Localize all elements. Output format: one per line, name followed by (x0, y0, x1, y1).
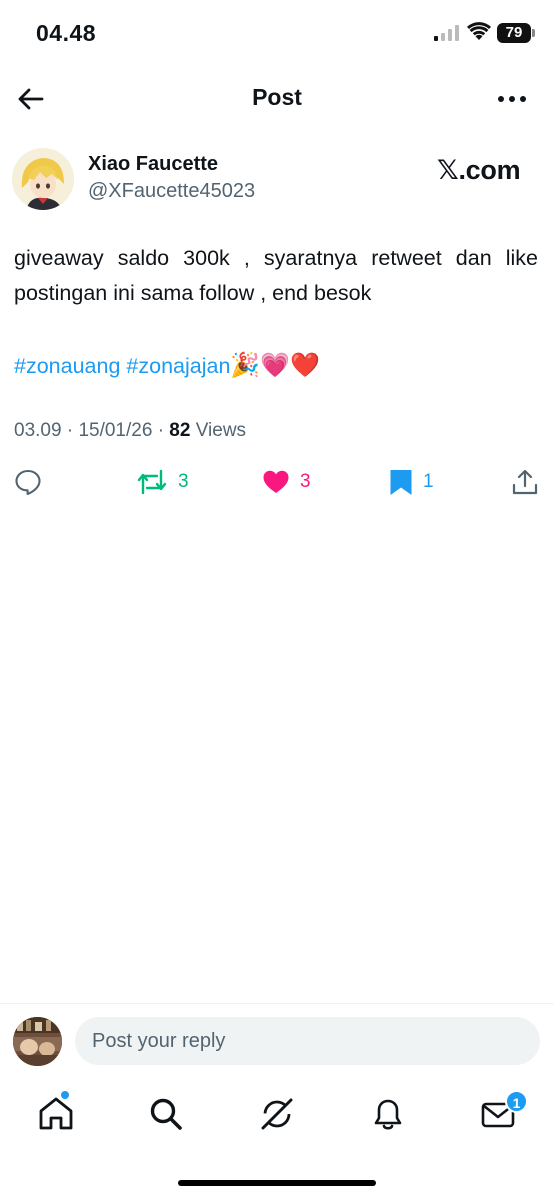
views-label: Views (195, 420, 247, 441)
anime-avatar-image (12, 148, 74, 210)
meta-separator: · (66, 420, 74, 441)
like-button[interactable]: 3 (262, 462, 311, 502)
battery-indicator: 79 (497, 23, 535, 43)
user-avatar-image (13, 1017, 62, 1066)
x-com-watermark: 𝕏.com (437, 155, 521, 185)
page-title: Post (252, 84, 302, 110)
post-meta: 03.09 · 15/01/26 · 82 Views (14, 420, 246, 442)
post-time: 03.09 (14, 420, 62, 441)
home-indicator (178, 1180, 376, 1186)
search-icon[interactable] (146, 1094, 186, 1134)
reply-input[interactable] (75, 1017, 540, 1065)
post-emojis: 🎉💗❤️ (230, 351, 321, 379)
status-time: 04.48 (36, 20, 97, 46)
retweet-button[interactable]: 3 (136, 462, 189, 502)
retweet-count: 3 (178, 471, 189, 492)
meta-separator: · (157, 420, 165, 441)
more-options-icon[interactable] (494, 82, 530, 116)
top-bar: Post (0, 70, 554, 130)
retweet-icon (137, 469, 167, 495)
bookmark-button[interactable]: 1 (389, 462, 434, 502)
author-name[interactable]: Xiao Faucette (88, 153, 218, 176)
reply-divider (0, 1003, 554, 1004)
author-handle[interactable]: @XFaucette45023 (88, 180, 255, 203)
status-bar: 04.48 79 (0, 0, 554, 70)
grok-icon[interactable] (257, 1094, 297, 1134)
post-hashtags: #zonauang #zonajajan🎉💗❤️ (14, 347, 320, 384)
hashtag-zonauang[interactable]: #zonauang (14, 354, 120, 378)
battery-level: 79 (505, 24, 523, 41)
share-icon (512, 469, 538, 495)
heart-icon (263, 470, 289, 493)
notifications-bell-icon[interactable] (368, 1094, 408, 1134)
home-notification-dot (60, 1090, 70, 1100)
reply-icon (15, 469, 41, 496)
reply-button[interactable] (14, 462, 42, 502)
user-avatar[interactable] (13, 1017, 62, 1066)
author-avatar[interactable] (12, 148, 74, 210)
share-button[interactable] (511, 462, 539, 502)
cellular-signal-icon (434, 25, 459, 41)
messages-badge: 1 (505, 1090, 528, 1113)
bookmark-icon (390, 470, 412, 495)
wifi-icon (467, 22, 491, 40)
views-count: 82 (169, 420, 191, 441)
post-text: giveaway saldo 300k , syaratnya retweet … (14, 246, 538, 305)
like-count: 3 (300, 471, 311, 492)
bookmark-count: 1 (423, 471, 434, 492)
home-icon[interactable] (36, 1094, 76, 1134)
post-author: Xiao Faucette @XFaucette45023 𝕏.com (0, 145, 554, 215)
bottom-nav (0, 1088, 554, 1144)
hashtag-zonajajan[interactable]: #zonajajan (126, 354, 230, 378)
post-actions: 3 3 1 (0, 462, 554, 502)
post-date: 15/01/26 (78, 420, 153, 441)
